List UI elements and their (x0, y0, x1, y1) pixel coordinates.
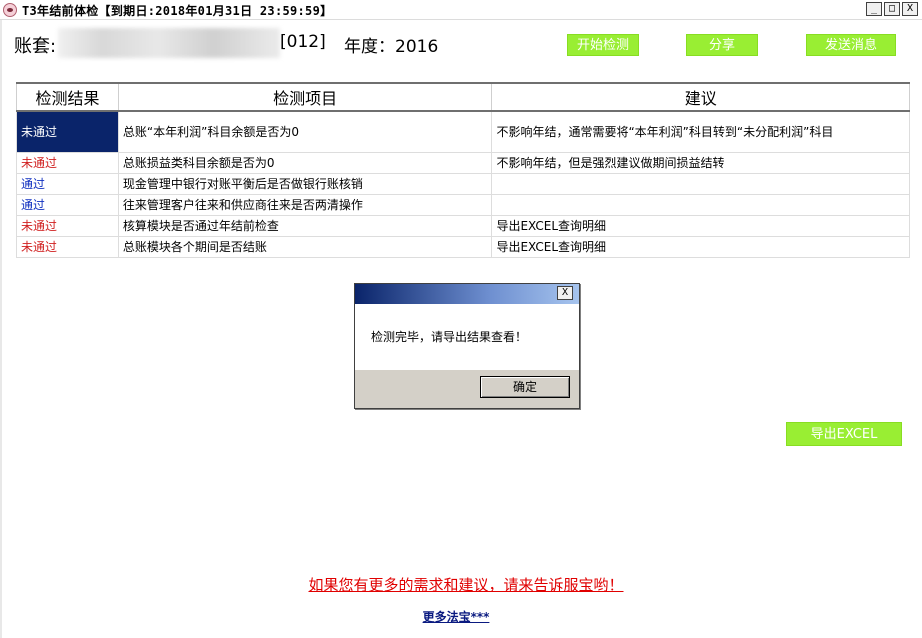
window-titlebar[interactable]: T3年结前体检【到期日:2018年01月31日 23:59:59】 _ □ X (0, 0, 922, 20)
send-message-button[interactable]: 发送消息 (806, 34, 896, 56)
start-check-button[interactable]: 开始检测 (567, 34, 639, 56)
advice-cell[interactable]: 不影响年结，通常需要将“本年利润”科目转到“未分配利润”科目 (491, 110, 910, 153)
item-cell[interactable]: 总账模块各个期间是否结账 (117, 235, 493, 258)
window-left-border (0, 20, 2, 638)
minimize-button[interactable]: _ (866, 2, 882, 16)
close-button[interactable]: X (902, 2, 918, 16)
share-button[interactable]: 分享 (686, 34, 758, 56)
dialog-close-button[interactable]: X (557, 286, 573, 300)
result-cell[interactable]: 通过 (16, 193, 119, 216)
dialog-titlebar[interactable]: X (355, 284, 579, 304)
pig-icon (3, 3, 17, 17)
result-cell[interactable]: 未通过 (16, 110, 119, 153)
item-cell[interactable]: 总账“本年利润”科目余额是否为0 (117, 110, 493, 153)
dialog-body: 检测完毕，请导出结果查看！ (355, 304, 579, 370)
check-results-table: 检测结果 检测项目 建议 未通过 总账“本年利润”科目余额是否为0 不影响年结，… (16, 82, 910, 258)
item-cell[interactable]: 核算模块是否通过年结前检查 (117, 214, 493, 237)
feedback-link[interactable]: 如果您有更多的需求和建议，请来告诉服宝哟！ (0, 574, 922, 595)
item-cell[interactable]: 现金管理中银行对账平衡后是否做银行账核销 (117, 172, 493, 195)
table-row[interactable]: 通过 往来管理客户往来和供应商往来是否两清操作 (16, 193, 910, 216)
result-cell[interactable]: 未通过 (16, 214, 119, 237)
result-cell[interactable]: 通过 (16, 172, 119, 195)
table-header-row: 检测结果 检测项目 建议 (16, 82, 910, 112)
completion-dialog: X 检测完毕，请导出结果查看！ 确定 (354, 283, 580, 409)
more-tools-link[interactable]: 更多法宝*** (0, 608, 912, 625)
dialog-message: 检测完毕，请导出结果查看！ (371, 330, 528, 344)
account-label: 账套: (14, 36, 57, 57)
advice-cell[interactable]: 导出EXCEL查询明细 (491, 235, 910, 258)
account-code: [012] (280, 32, 326, 52)
advice-cell[interactable]: 不影响年结，但是强烈建议做期间损益结转 (491, 151, 910, 174)
dialog-ok-button[interactable]: 确定 (480, 376, 570, 398)
result-cell[interactable]: 未通过 (16, 235, 119, 258)
advice-cell[interactable] (491, 193, 910, 216)
item-cell[interactable]: 总账损益类科目余额是否为0 (117, 151, 493, 174)
account-name-redacted (58, 28, 280, 58)
table-row[interactable]: 未通过 总账损益类科目余额是否为0 不影响年结，但是强烈建议做期间损益结转 (16, 151, 910, 174)
table-row[interactable]: 未通过 总账“本年利润”科目余额是否为0 不影响年结，通常需要将“本年利润”科目… (16, 110, 910, 153)
window-controls: _ □ X (866, 2, 918, 16)
column-header-item[interactable]: 检测项目 (117, 82, 493, 112)
result-cell[interactable]: 未通过 (16, 151, 119, 174)
table-row[interactable]: 通过 现金管理中银行对账平衡后是否做银行账核销 (16, 172, 910, 195)
column-header-result[interactable]: 检测结果 (16, 82, 119, 112)
table-row[interactable]: 未通过 总账模块各个期间是否结账 导出EXCEL查询明细 (16, 235, 910, 258)
export-excel-button[interactable]: 导出EXCEL (786, 422, 902, 446)
maximize-button[interactable]: □ (884, 2, 900, 16)
column-header-advice[interactable]: 建议 (491, 82, 910, 112)
item-cell[interactable]: 往来管理客户往来和供应商往来是否两清操作 (117, 193, 493, 216)
advice-cell[interactable]: 导出EXCEL查询明细 (491, 214, 910, 237)
fiscal-year-label: 年度：2016 (344, 37, 439, 57)
advice-cell[interactable] (491, 172, 910, 195)
window-title: T3年结前体检【到期日:2018年01月31日 23:59:59】 (22, 4, 333, 18)
table-row[interactable]: 未通过 核算模块是否通过年结前检查 导出EXCEL查询明细 (16, 214, 910, 237)
